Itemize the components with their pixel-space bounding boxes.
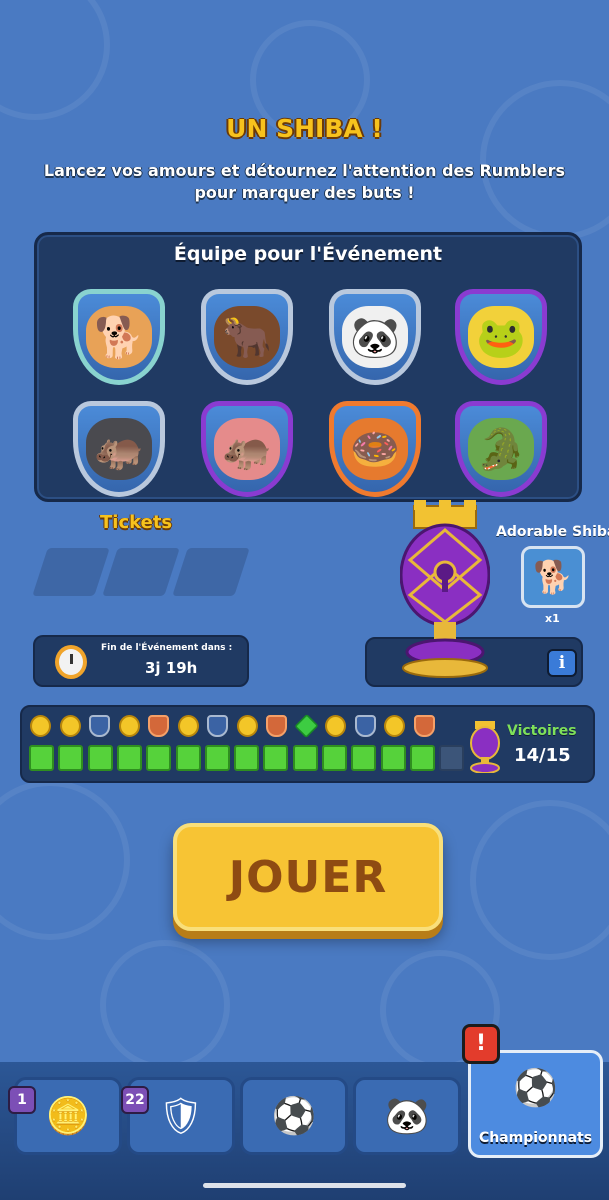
reward-name: Adorable Shiba [496,524,609,540]
reward-card[interactable]: 🐕 [521,546,585,608]
progress-segment [380,745,406,771]
coin-icon [236,715,258,737]
home-indicator[interactable] [203,1183,406,1188]
progress-segment [322,745,347,771]
tab-shop-badge: 1 [8,1086,36,1114]
shield-blue-icon [207,715,228,737]
shiba-icon: 🐕 [533,558,573,596]
play-button-label: JOUER [228,851,388,903]
tab-inventory-badge: 22 [121,1086,149,1114]
shield-orange-icon [148,715,169,737]
progress-segment [409,745,435,771]
cannon-hippo-icon: 🦛 [86,418,152,480]
timer-label: Fin de l'Événement dans : [101,643,233,653]
victories-value: 14/15 [514,745,571,766]
coin-icon [59,715,81,737]
progress-segment [116,745,142,771]
shiba-icon: 🐕 [86,306,152,368]
team-member-frog[interactable]: 🐸 [455,289,547,385]
event-description: Lancez vos amours et détournez l'attenti… [43,161,566,202]
shield-orange-icon [266,715,287,737]
progress-segment [175,745,201,771]
bull-icon: 🐂 [214,306,280,368]
mini-trophy-icon [470,721,500,773]
event-timer: Fin de l'Événement dans : 3j 19h [33,635,249,687]
reward-quantity: x1 [545,612,560,625]
alert-badge: ! [462,1024,500,1064]
event-title: UN SHIBA ! [226,114,383,143]
progress-segment [58,745,84,771]
coin-icon [384,715,405,737]
team-member-cannon-hippo[interactable]: 🦛 [73,401,165,497]
donut-hippo-icon: 🍩 [342,418,408,480]
info-button[interactable]: i [547,649,577,677]
shield-blue-icon [89,715,110,737]
team-member-bull[interactable]: 🐂 [201,289,293,385]
coins-icon: 🪙 [45,1096,91,1137]
cards-icon: 🛡 [158,1096,204,1137]
team-member-shiba[interactable]: 🐕 [73,289,165,385]
team-member-donut-hippo[interactable]: 🍩 [329,401,421,497]
progress-segment [234,745,260,771]
timer-value: 3j 19h [145,659,198,677]
trophy-icon [400,500,490,678]
progress-segment [439,745,465,771]
tab-team[interactable]: 🐼 [353,1077,461,1155]
frog-icon: 🐸 [468,306,534,368]
coin-icon [177,715,199,737]
progress-segment [263,745,289,771]
coin-icon [118,715,140,737]
progress-segment [204,745,230,771]
progress-segment [351,745,377,771]
team-title: Équipe pour l'Événement [173,243,443,265]
shield-orange-icon [413,715,435,737]
victories-label: Victoires [507,723,577,739]
tickets-label: Tickets [100,512,173,533]
tab-play[interactable]: ⚽ [240,1077,348,1155]
progress-segment [292,745,318,771]
coin-icon [30,715,51,737]
victory-progress: Victoires 14/15 [20,705,595,783]
hippo-icon: 🦛 [214,418,280,480]
stopwatch-icon [55,645,87,679]
crocodile-icon: 🐊 [468,418,534,480]
event-team-panel: Équipe pour l'Événement 🐕 🐂 🐼 🐸 🦛 🦛 🍩 🐊 [34,232,582,502]
tab-championships-label: Championnats [478,1130,593,1146]
gem-icon [293,713,319,739]
soccer-ball-icon: ⚽ [271,1096,317,1137]
progress-segment [87,745,113,771]
progress-segment [146,745,172,771]
panda-icon: 🐼 [342,306,408,368]
progress-segment [29,745,54,771]
team-member-hippo[interactable]: 🦛 [201,401,293,497]
play-button[interactable]: JOUER [173,823,443,931]
shield-blue-icon [354,715,376,737]
winged-ball-icon: ⚽ [513,1068,558,1109]
team-member-panda[interactable]: 🐼 [329,289,421,385]
panda-shield-icon: 🐼 [384,1096,430,1137]
coin-icon [325,715,346,737]
team-member-crocodile[interactable]: 🐊 [455,401,547,497]
